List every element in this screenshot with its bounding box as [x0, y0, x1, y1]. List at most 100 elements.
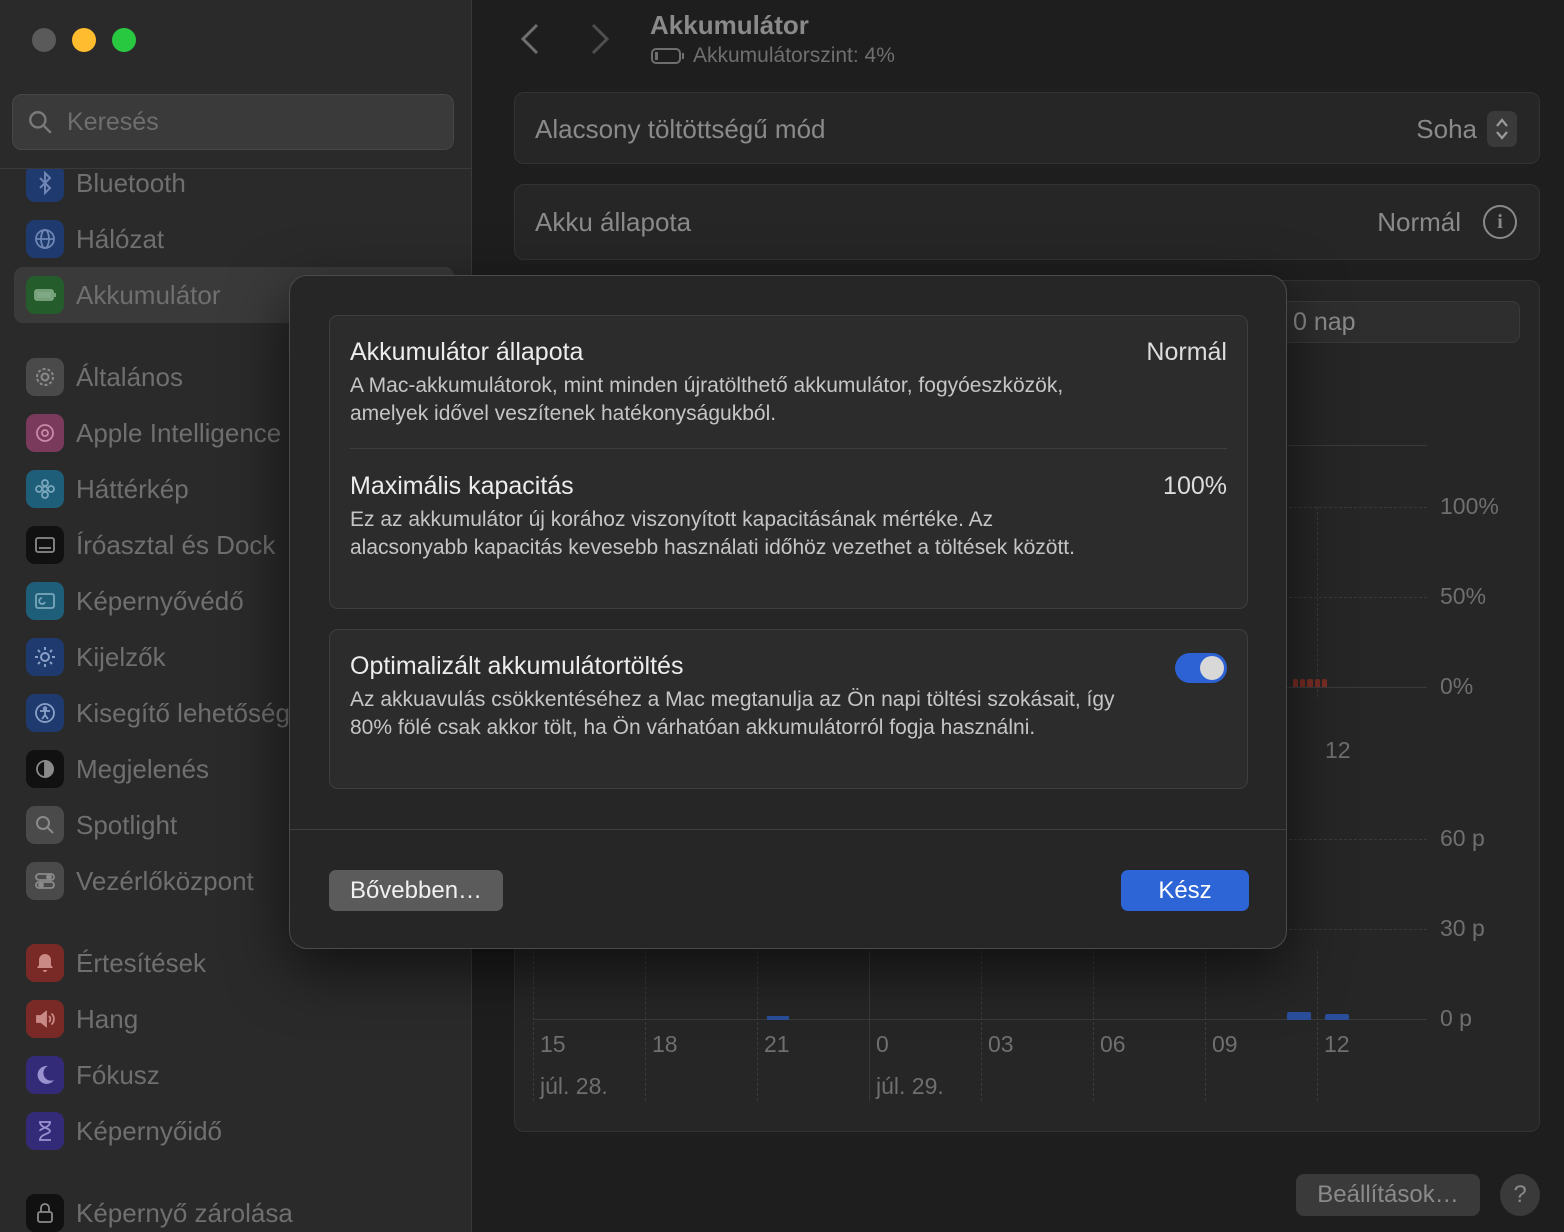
search-field[interactable]: [12, 94, 454, 150]
period-selector[interactable]: 0 nap: [1280, 301, 1520, 343]
max-capacity-description: Ez az akkumulátor új korához viszonyítot…: [350, 508, 1075, 559]
toggle-knob: [1200, 656, 1224, 680]
x-label: 0: [876, 1031, 889, 1057]
bell-icon: [26, 944, 64, 982]
gridline: [645, 951, 646, 1101]
battery-health-group: Akkumulátor állapota Normál A Mac-akkumu…: [329, 315, 1248, 609]
x-label: 09: [1212, 1031, 1238, 1057]
screensaver-icon: [26, 582, 64, 620]
divider: [290, 829, 1286, 830]
speaker-icon: [26, 1000, 64, 1038]
sun-icon: [26, 638, 64, 676]
gear-icon: [26, 358, 64, 396]
divider: [350, 448, 1227, 449]
optimized-charging-toggle[interactable]: [1175, 653, 1227, 683]
battery-health-label: Akku állapota: [535, 207, 692, 237]
gridline: [1093, 951, 1094, 1101]
usage-tick-0: 0 p: [1440, 1005, 1472, 1031]
window-controls: [32, 28, 136, 52]
sidebar-item-label: Íróasztal és Dock: [76, 529, 276, 560]
gridline: [869, 951, 870, 1101]
x-label: 06: [1100, 1031, 1126, 1057]
close-window-button[interactable]: [32, 28, 56, 52]
x-label: 21: [764, 1031, 790, 1057]
date-label: júl. 29.: [876, 1073, 944, 1099]
magnifier-icon: [26, 806, 64, 844]
usage-tick-60: 60 p: [1440, 825, 1485, 851]
level-x-label: 12: [1325, 737, 1351, 763]
done-button[interactable]: Kész: [1121, 870, 1249, 911]
battery-level-subtitle: Akkumulátorszint: 4%: [651, 44, 895, 68]
help-button[interactable]: ?: [1500, 1174, 1540, 1216]
sidebar-item-label: Hálózat: [76, 223, 165, 254]
gridline: [1205, 951, 1206, 1101]
hourglass-icon: [26, 1112, 64, 1150]
sidebar-item-label: Általános: [76, 361, 183, 392]
optimized-charging-title: Optimalizált akkumulátortöltés: [350, 652, 684, 680]
battery-low-icon: [651, 48, 684, 64]
max-capacity-value: 100%: [1163, 472, 1227, 500]
x-label: 12: [1324, 1031, 1350, 1057]
low-power-mode-value[interactable]: Soha: [1416, 114, 1477, 145]
sidebar-item-label: Kijelzők: [76, 641, 166, 672]
low-power-mode-stepper[interactable]: [1487, 111, 1517, 147]
sidebar-item-screen-time[interactable]: Képernyőidő: [14, 1103, 454, 1159]
zoom-window-button[interactable]: [112, 28, 136, 52]
learn-more-button[interactable]: Bővebben…: [329, 870, 503, 911]
control-center-icon: [26, 862, 64, 900]
apple-intelligence-icon: [26, 414, 64, 452]
level-tick-100: 100%: [1440, 493, 1499, 519]
gridline: [981, 951, 982, 1101]
sidebar-item-label: Akkumulátor: [76, 279, 221, 310]
x-label: 15: [540, 1031, 566, 1057]
max-capacity-title: Maximális kapacitás: [350, 472, 574, 500]
sidebar-item-sound[interactable]: Hang: [14, 991, 454, 1047]
gridline: [757, 951, 758, 1101]
battery-options-button[interactable]: Beállítások…: [1296, 1174, 1480, 1216]
page-title: Akkumulátor: [650, 10, 809, 40]
date-label: júl. 28.: [540, 1073, 608, 1099]
sidebar-item-label: Képernyővédő: [76, 585, 244, 616]
usage-bar: [1325, 1014, 1349, 1020]
x-label: 18: [652, 1031, 678, 1057]
sidebar-item-label: Spotlight: [76, 809, 178, 840]
sidebar-item-label: Háttérkép: [76, 473, 189, 504]
gridline: [533, 951, 534, 1101]
optimized-charging-group: Optimalizált akkumulátortöltés Az akkuav…: [329, 629, 1248, 789]
level-tick-0: 0%: [1440, 673, 1474, 699]
moon-icon: [26, 1056, 64, 1094]
battery-icon: [26, 276, 64, 314]
sidebar-item-label: Kisegítő lehetőségek: [76, 697, 318, 728]
minimize-window-button[interactable]: [72, 28, 96, 52]
sidebar-item-label: Apple Intelligence: [76, 417, 282, 448]
battery-level-text: Akkumulátorszint: 4%: [693, 44, 895, 67]
sidebar-item-bluetooth[interactable]: Bluetooth: [14, 168, 454, 211]
battery-health-value: Normál: [1377, 207, 1461, 237]
appearance-icon: [26, 750, 64, 788]
low-power-mode-row: Alacsony töltöttségű mód Soha: [514, 92, 1540, 164]
sidebar-item-label: Képernyő zárolása: [76, 1197, 293, 1228]
usage-tick-30: 30 p: [1440, 915, 1485, 941]
globe-icon: [26, 220, 64, 258]
info-icon[interactable]: i: [1483, 205, 1517, 239]
back-button[interactable]: [513, 22, 547, 56]
usage-bar: [767, 1016, 789, 1020]
period-label: 0 nap: [1293, 308, 1356, 336]
sidebar-item-focus[interactable]: Fókusz: [14, 1047, 454, 1103]
sidebar-item-label: Megjelenés: [76, 753, 209, 784]
sidebar-item-label: Bluetooth: [76, 168, 186, 198]
sidebar-item-network[interactable]: Hálózat: [14, 211, 454, 267]
search-input[interactable]: [67, 107, 427, 137]
lock-icon: [26, 1194, 64, 1232]
sidebar-item-lock-screen[interactable]: Képernyő zárolása: [14, 1185, 454, 1232]
dock-icon: [26, 526, 64, 564]
battery-health-title: Akkumulátor állapota: [350, 338, 584, 366]
accessibility-icon: [26, 694, 64, 732]
battery-health-description: A Mac-akkumulátorok, mint minden újratöl…: [350, 374, 1064, 425]
sidebar-item-label: Fókusz: [76, 1059, 160, 1090]
search-icon: [29, 111, 52, 134]
chevron-right-icon: [591, 23, 610, 55]
low-power-mode-label: Alacsony töltöttségű mód: [535, 114, 826, 144]
x-label: 03: [988, 1031, 1014, 1057]
forward-button[interactable]: [583, 22, 617, 56]
